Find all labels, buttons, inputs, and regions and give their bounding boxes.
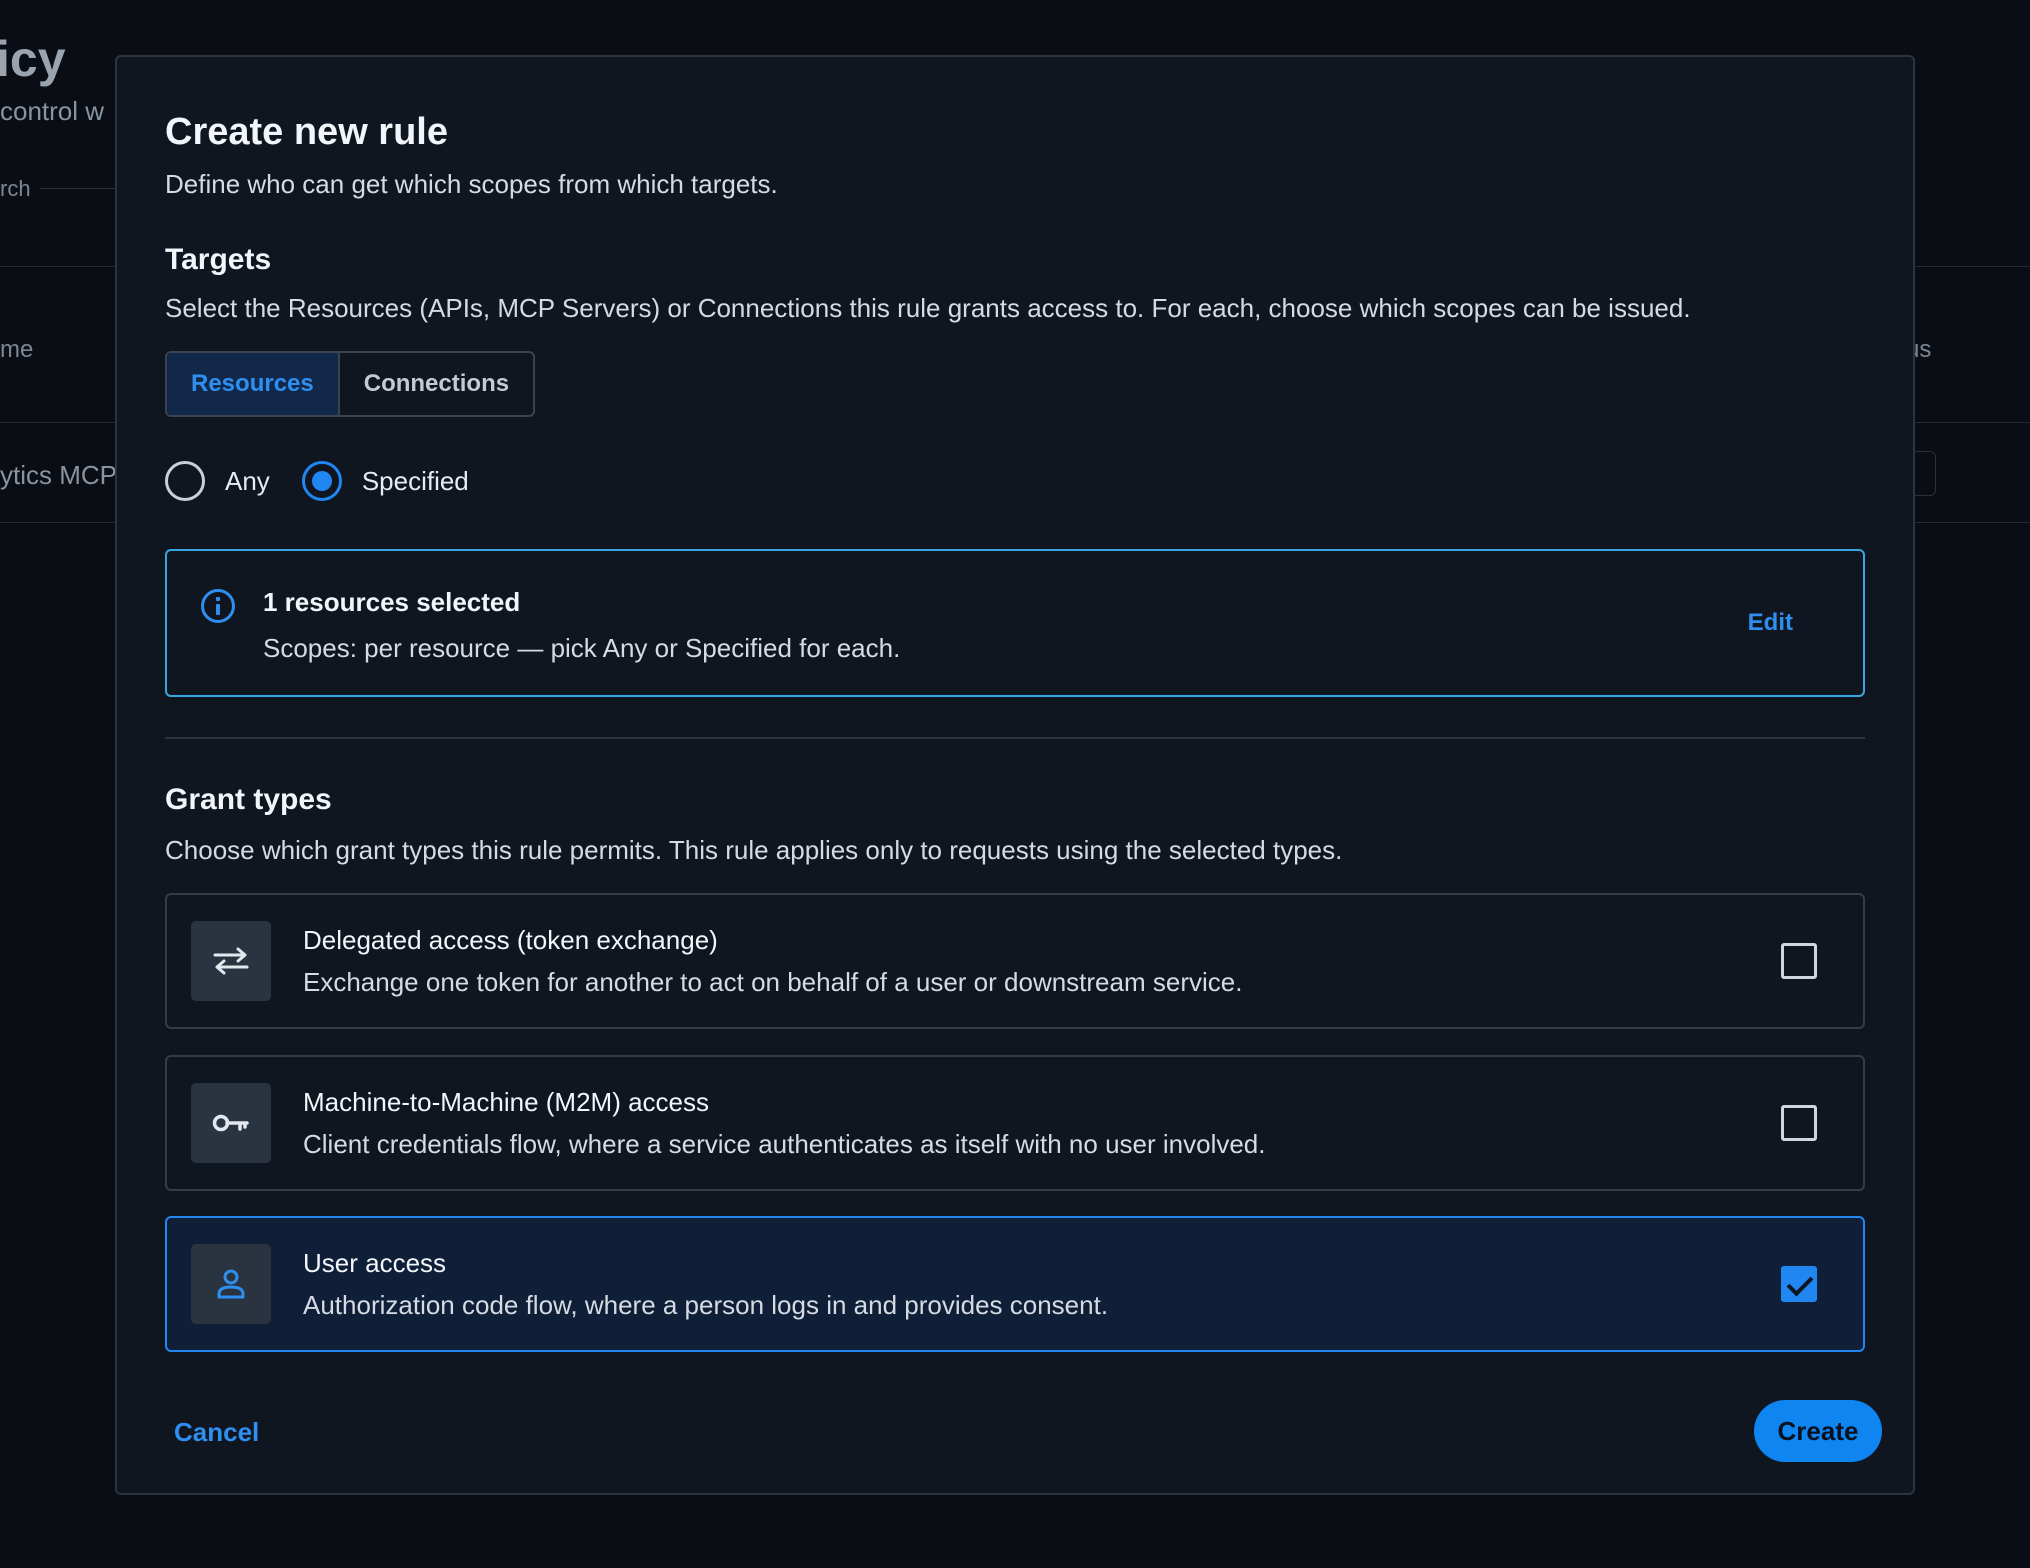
targets-title: Targets [165, 243, 272, 276]
modal-title: Create new rule [165, 111, 448, 153]
tab-resources[interactable]: Resources [167, 353, 340, 415]
delegated-checkbox[interactable] [1781, 943, 1817, 979]
grant-card-title: User access [303, 1248, 447, 1278]
user-icon [191, 1244, 271, 1324]
radio-specified[interactable]: Specified [301, 461, 469, 501]
swap-arrows-icon [191, 921, 271, 1001]
radio-any[interactable]: Any [165, 461, 270, 501]
tab-connections[interactable]: Connections [340, 353, 533, 415]
grant-types-description: Choose which grant types this rule permi… [165, 835, 1343, 865]
search-underline [40, 188, 120, 189]
grant-card-description: Exchange one token for another to act on… [303, 967, 1243, 997]
user-access-checkbox[interactable] [1781, 1266, 1817, 1302]
radio-specified-circle[interactable] [301, 461, 342, 501]
m2m-checkbox[interactable] [1781, 1105, 1817, 1141]
grant-card-description: Authorization code flow, where a person … [303, 1290, 1109, 1320]
create-rule-modal: Create new rule Define who can get which… [115, 55, 1915, 1495]
grant-card-m2m[interactable]: Machine-to-Machine (M2M) access Client c… [165, 1055, 1865, 1191]
modal-description: Define who can get which scopes from whi… [165, 169, 778, 199]
grant-card-user[interactable]: User access Authorization code flow, whe… [165, 1216, 1865, 1352]
target-type-tabs: Resources Connections [165, 351, 536, 417]
grant-card-title: Delegated access (token exchange) [303, 925, 718, 955]
resources-selected-title: 1 resources selected [263, 587, 521, 617]
cancel-button[interactable]: Cancel [174, 1417, 259, 1448]
radio-any-label: Any [225, 465, 270, 496]
grant-card-title: Machine-to-Machine (M2M) access [303, 1087, 710, 1117]
scope-radio-group: Any Specified [165, 461, 501, 501]
grant-card-description: Client credentials flow, where a service… [303, 1129, 1266, 1159]
resources-selected-box: 1 resources selected Scopes: per resourc… [165, 549, 1865, 697]
page-title: icy [0, 31, 66, 87]
table-row-name: ytics MCP [0, 460, 117, 490]
search-label: rch [0, 176, 31, 201]
grant-types-title: Grant types [165, 783, 332, 816]
page-subtitle: control w [0, 96, 105, 126]
create-button[interactable]: Create [1754, 1400, 1882, 1462]
radio-any-circle[interactable] [165, 461, 205, 501]
edit-resources-button[interactable]: Edit [1748, 609, 1793, 637]
section-divider [165, 737, 1865, 739]
radio-specified-label: Specified [361, 465, 469, 496]
column-header-name: me [0, 336, 34, 363]
key-icon [191, 1083, 271, 1163]
resources-selected-subtitle: Scopes: per resource — pick Any or Speci… [263, 633, 901, 663]
targets-description: Select the Resources (APIs, MCP Servers)… [165, 293, 1691, 323]
info-icon [201, 589, 235, 623]
grant-card-delegated[interactable]: Delegated access (token exchange) Exchan… [165, 893, 1865, 1029]
